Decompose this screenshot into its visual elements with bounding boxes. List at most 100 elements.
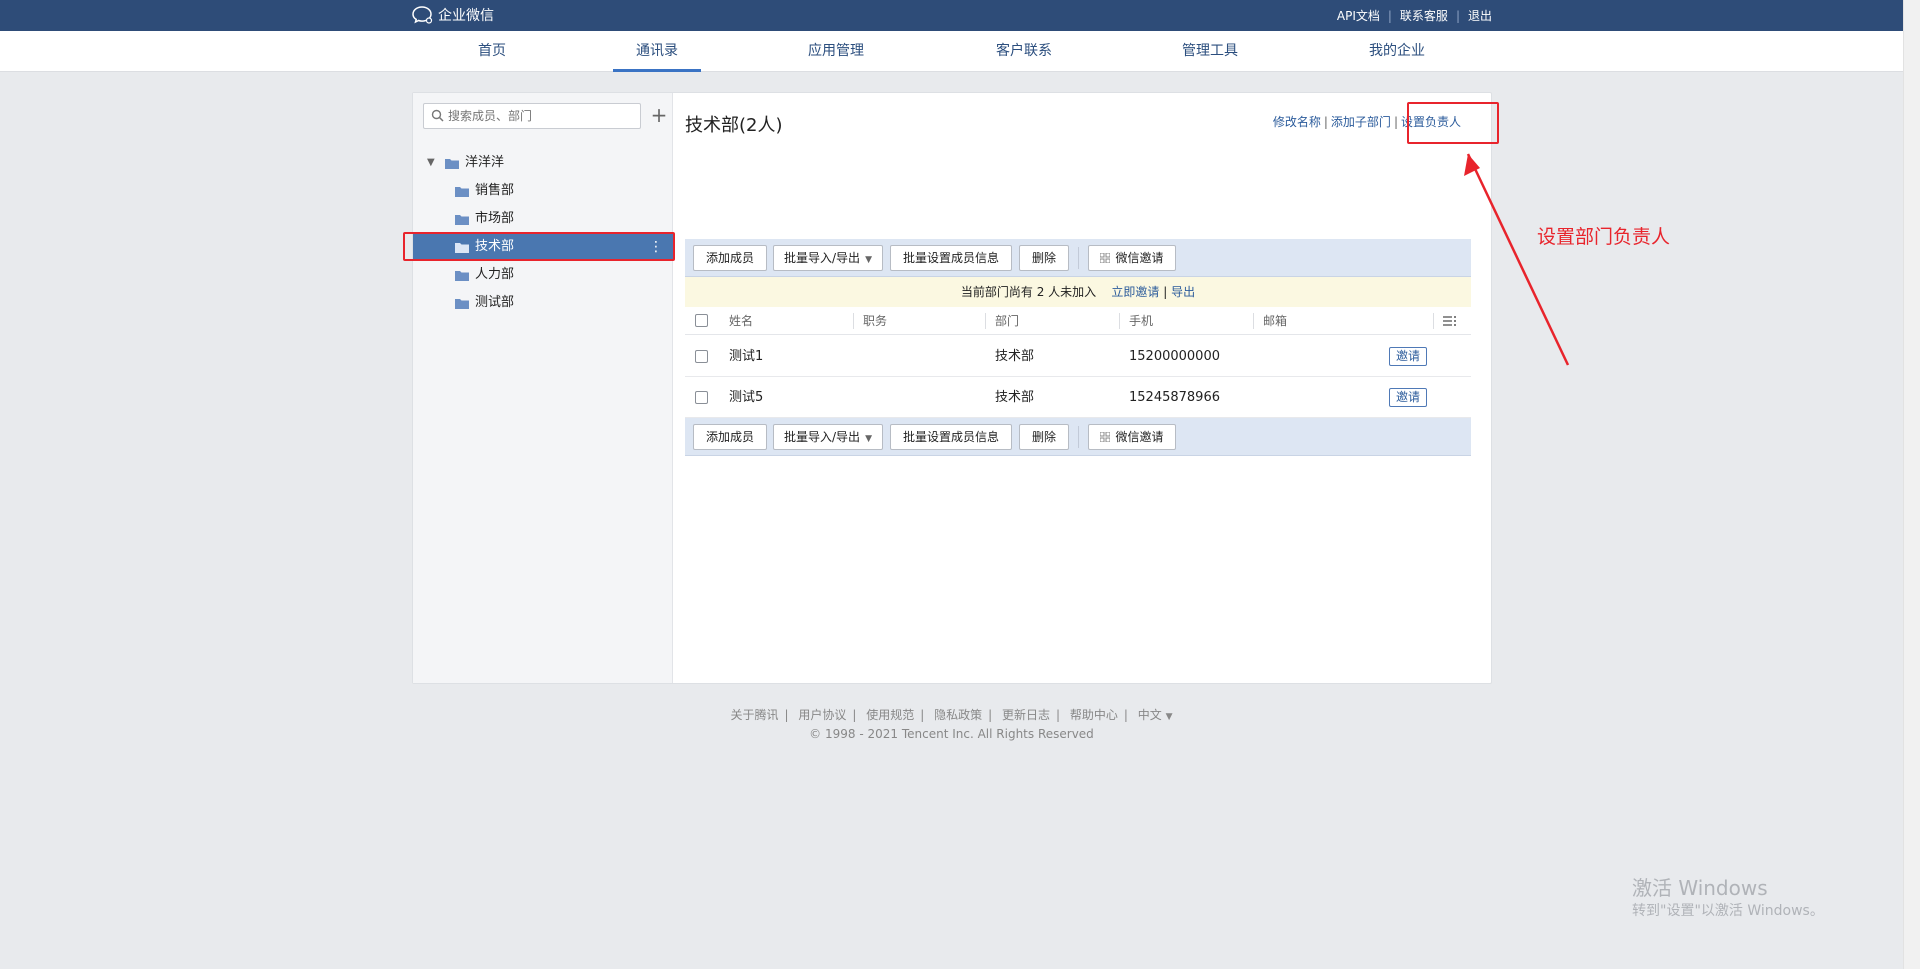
tree-item-label: 人力部 bbox=[475, 267, 515, 282]
nav-management-tools[interactable]: 管理工具 bbox=[1170, 31, 1250, 72]
api-docs-link[interactable]: API文档 bbox=[1337, 7, 1380, 24]
folder-icon bbox=[455, 215, 469, 225]
search-input[interactable] bbox=[448, 104, 638, 128]
batch-set-info-button[interactable]: 批量设置成员信息 bbox=[890, 245, 1012, 271]
wechat-invite-label: 微信邀请 bbox=[1115, 251, 1164, 265]
tree-item-label: 市场部 bbox=[475, 211, 515, 226]
tree-item-label: 销售部 bbox=[475, 183, 515, 198]
annotation-arrow bbox=[1464, 153, 1570, 366]
annotation-label: 设置部门负责人 bbox=[1537, 226, 1671, 248]
member-toolbar-bottom: 添加成员 批量导入/导出 ▼ 批量设置成员信息 删除 微信邀请 bbox=[685, 418, 1471, 456]
caret-down-icon: ▼ bbox=[865, 255, 872, 265]
column-name[interactable]: 姓名 bbox=[729, 307, 753, 335]
folder-icon bbox=[455, 299, 469, 309]
logo-text: 企业微信 bbox=[438, 8, 494, 24]
table-row[interactable]: 测试5 技术部 15245878966 邀请 bbox=[685, 377, 1471, 418]
batch-set-info-button[interactable]: 批量设置成员信息 bbox=[890, 424, 1012, 450]
contacts-panel: + ▼ 洋洋洋 销售部 市场部 技术部 ⋮ 人力部 bbox=[412, 92, 1492, 684]
divider: | bbox=[852, 708, 857, 722]
top-links: API文档 | 联系客服 | 退出 bbox=[1337, 7, 1492, 24]
footer-link-help[interactable]: 帮助中心 bbox=[1070, 708, 1118, 722]
add-subdepartment-link[interactable]: 添加子部门 bbox=[1331, 113, 1391, 130]
main-nav: 首页 通讯录 应用管理 客户联系 管理工具 我的企业 bbox=[0, 31, 1903, 72]
invite-button[interactable]: 邀请 bbox=[1389, 388, 1427, 407]
batch-import-export-button[interactable]: 批量导入/导出 ▼ bbox=[773, 245, 883, 271]
export-link[interactable]: 导出 bbox=[1171, 285, 1195, 299]
department-actions: 修改名称 | 添加子部门 | 设置负责人 bbox=[1273, 113, 1461, 130]
cell-name[interactable]: 测试5 bbox=[729, 377, 763, 418]
invite-button[interactable]: 邀请 bbox=[1389, 347, 1427, 366]
footer-link-about[interactable]: 关于腾讯 bbox=[730, 708, 778, 722]
tree-item-marketing[interactable]: 市场部 bbox=[413, 205, 673, 233]
column-divider bbox=[1253, 313, 1254, 329]
caret-down-icon[interactable]: ▼ bbox=[427, 149, 435, 177]
delete-button[interactable]: 删除 bbox=[1019, 245, 1069, 271]
tree-item-sales[interactable]: 销售部 bbox=[413, 177, 673, 205]
footer-links: 关于腾讯 | 用户协议 | 使用规范 | 隐私政策 | 更新日志 | 帮助中心 | 中文 ▼ bbox=[0, 706, 1903, 723]
wechat-invite-button[interactable]: 微信邀请 bbox=[1088, 424, 1176, 450]
logo[interactable]: 企业微信 bbox=[412, 5, 494, 25]
column-phone[interactable]: 手机 bbox=[1129, 307, 1153, 335]
batch-set-info-label: 批量设置成员信息 bbox=[902, 430, 999, 444]
tree-root[interactable]: ▼ 洋洋洋 bbox=[413, 149, 673, 177]
batch-import-export-label: 批量导入/导出 bbox=[784, 251, 861, 265]
select-all-checkbox[interactable] bbox=[695, 314, 708, 327]
footer-link-changelog[interactable]: 更新日志 bbox=[1002, 708, 1050, 722]
folder-icon bbox=[445, 159, 459, 169]
delete-button[interactable]: 删除 bbox=[1019, 424, 1069, 450]
nav-app-management[interactable]: 应用管理 bbox=[796, 31, 876, 72]
divider: | bbox=[1387, 8, 1392, 23]
qr-code-icon bbox=[1100, 253, 1111, 263]
tree-item-hr[interactable]: 人力部 bbox=[413, 261, 673, 289]
tree-root-label: 洋洋洋 bbox=[465, 155, 505, 170]
folder-icon bbox=[455, 243, 469, 253]
nav-customer-contact[interactable]: 客户联系 bbox=[984, 31, 1064, 72]
contact-support-link[interactable]: 联系客服 bbox=[1400, 7, 1448, 24]
row-checkbox[interactable] bbox=[695, 350, 708, 363]
table-row[interactable]: 测试1 技术部 15200000000 邀请 bbox=[685, 336, 1471, 377]
add-member-button[interactable]: 添加成员 bbox=[693, 245, 767, 271]
column-settings-icon[interactable] bbox=[1443, 315, 1457, 327]
add-member-button-label: 添加成员 bbox=[705, 251, 754, 265]
footer-link-user-agreement[interactable]: 用户协议 bbox=[798, 708, 846, 722]
tree-item-label: 技术部 bbox=[475, 239, 515, 254]
nav-my-enterprise[interactable]: 我的企业 bbox=[1357, 31, 1437, 72]
cell-phone: 15245878966 bbox=[1129, 390, 1220, 405]
search-box bbox=[423, 103, 641, 129]
wechat-invite-label: 微信邀请 bbox=[1115, 430, 1164, 444]
footer-link-privacy[interactable]: 隐私政策 bbox=[934, 708, 982, 722]
column-title[interactable]: 职务 bbox=[863, 307, 887, 335]
wecom-logo-icon bbox=[412, 6, 433, 24]
add-member-button-label: 添加成员 bbox=[705, 430, 754, 444]
more-options-icon[interactable]: ⋮ bbox=[649, 233, 663, 261]
column-divider bbox=[853, 313, 854, 329]
batch-import-export-button[interactable]: 批量导入/导出 ▼ bbox=[773, 424, 883, 450]
tree-item-tech[interactable]: 技术部 ⋮ bbox=[413, 233, 673, 261]
add-member-button[interactable]: 添加成员 bbox=[693, 424, 767, 450]
tree-item-testing[interactable]: 测试部 bbox=[413, 289, 673, 317]
cell-name[interactable]: 测试1 bbox=[729, 336, 763, 377]
footer-link-usage-policy[interactable]: 使用规范 bbox=[866, 708, 914, 722]
nav-home[interactable]: 首页 bbox=[468, 31, 516, 72]
page-scrollbar[interactable] bbox=[1903, 0, 1920, 969]
row-checkbox[interactable] bbox=[695, 391, 708, 404]
wechat-invite-button[interactable]: 微信邀请 bbox=[1088, 245, 1176, 271]
qr-code-icon bbox=[1100, 432, 1111, 442]
column-department[interactable]: 部门 bbox=[995, 307, 1019, 335]
delete-button-label: 删除 bbox=[1031, 251, 1056, 265]
column-divider bbox=[985, 313, 986, 329]
notice-text: 当前部门尚有 2 人未加入 bbox=[960, 285, 1097, 299]
column-email[interactable]: 邮箱 bbox=[1263, 307, 1287, 335]
logout-link[interactable]: 退出 bbox=[1468, 7, 1492, 24]
set-leader-link[interactable]: 设置负责人 bbox=[1401, 113, 1461, 130]
rename-link[interactable]: 修改名称 bbox=[1273, 113, 1321, 130]
language-select[interactable]: 中文 ▼ bbox=[1138, 708, 1173, 722]
caret-down-icon: ▼ bbox=[865, 434, 872, 444]
search-icon bbox=[431, 109, 444, 122]
invite-now-link[interactable]: 立即邀请 bbox=[1111, 285, 1159, 299]
pending-notice: 当前部门尚有 2 人未加入 立即邀请 | 导出 bbox=[685, 277, 1471, 307]
add-department-plus-icon[interactable]: + bbox=[649, 103, 669, 129]
delete-button-label: 删除 bbox=[1031, 430, 1056, 444]
nav-contacts[interactable]: 通讯录 bbox=[613, 31, 701, 72]
copyright: © 1998 - 2021 Tencent Inc. All Rights Re… bbox=[809, 727, 1094, 741]
